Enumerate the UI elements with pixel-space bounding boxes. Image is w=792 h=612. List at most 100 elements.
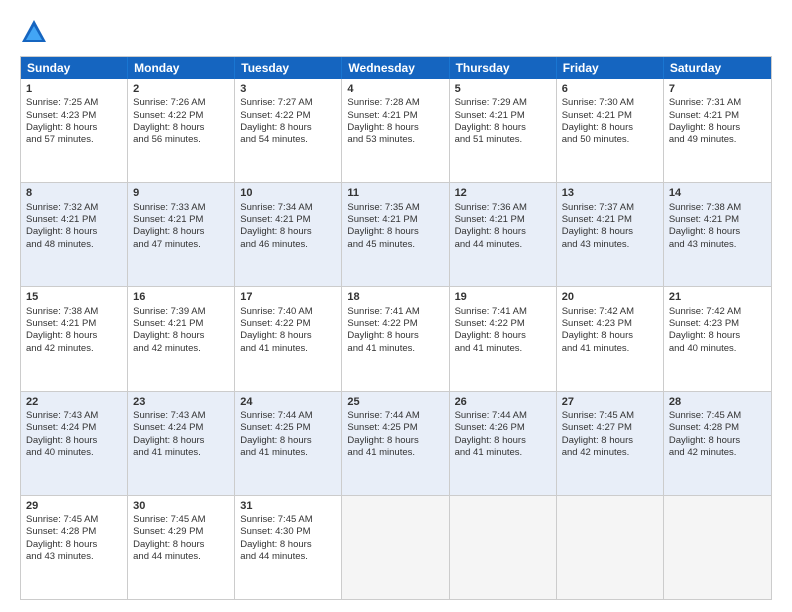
day-info-line: Daylight: 8 hours [562,435,658,447]
day-info-line: and 40 minutes. [669,343,766,355]
day-number: 29 [26,499,122,513]
day-info-line: Sunset: 4:23 PM [26,110,122,122]
day-number: 1 [26,82,122,96]
day-info-line: Sunrise: 7:38 AM [669,202,766,214]
day-info-line: Daylight: 8 hours [26,539,122,551]
day-info-line: Sunset: 4:21 PM [26,214,122,226]
day-info-line: Sunrise: 7:30 AM [562,97,658,109]
day-number: 21 [669,290,766,304]
day-info-line: and 41 minutes. [347,343,443,355]
day-cell-12: 12Sunrise: 7:36 AMSunset: 4:21 PMDayligh… [450,183,557,286]
day-number: 28 [669,395,766,409]
day-cell-17: 17Sunrise: 7:40 AMSunset: 4:22 PMDayligh… [235,287,342,390]
day-cell-18: 18Sunrise: 7:41 AMSunset: 4:22 PMDayligh… [342,287,449,390]
day-info-line: Sunrise: 7:33 AM [133,202,229,214]
day-info-line: Daylight: 8 hours [133,539,229,551]
day-info-line: Sunset: 4:25 PM [347,422,443,434]
page: SundayMondayTuesdayWednesdayThursdayFrid… [0,0,792,612]
day-cell-27: 27Sunrise: 7:45 AMSunset: 4:27 PMDayligh… [557,392,664,495]
day-info-line: Sunrise: 7:32 AM [26,202,122,214]
day-number: 14 [669,186,766,200]
day-info-line: Daylight: 8 hours [669,226,766,238]
day-number: 26 [455,395,551,409]
day-info-line: Sunset: 4:21 PM [133,318,229,330]
day-info-line: Sunrise: 7:39 AM [133,306,229,318]
header-day-tuesday: Tuesday [235,57,342,79]
day-info-line: and 51 minutes. [455,134,551,146]
day-info-line: Daylight: 8 hours [347,122,443,134]
day-info-line: Sunset: 4:21 PM [455,110,551,122]
day-info-line: Daylight: 8 hours [133,330,229,342]
day-number: 27 [562,395,658,409]
day-info-line: and 56 minutes. [133,134,229,146]
day-info-line: and 53 minutes. [347,134,443,146]
calendar-row-4: 22Sunrise: 7:43 AMSunset: 4:24 PMDayligh… [21,391,771,495]
day-info-line: and 41 minutes. [133,447,229,459]
day-cell-3: 3Sunrise: 7:27 AMSunset: 4:22 PMDaylight… [235,79,342,182]
day-info-line: and 49 minutes. [669,134,766,146]
calendar-row-5: 29Sunrise: 7:45 AMSunset: 4:28 PMDayligh… [21,495,771,599]
day-info-line: Daylight: 8 hours [26,226,122,238]
day-number: 2 [133,82,229,96]
day-info-line: Sunset: 4:28 PM [669,422,766,434]
day-number: 8 [26,186,122,200]
day-info-line: Daylight: 8 hours [347,330,443,342]
day-info-line: Daylight: 8 hours [562,330,658,342]
day-cell-28: 28Sunrise: 7:45 AMSunset: 4:28 PMDayligh… [664,392,771,495]
day-info-line: Sunset: 4:21 PM [562,110,658,122]
header-day-sunday: Sunday [21,57,128,79]
day-info-line: and 46 minutes. [240,239,336,251]
header [20,18,772,46]
day-info-line: and 44 minutes. [240,551,336,563]
day-info-line: Daylight: 8 hours [669,330,766,342]
day-info-line: Sunrise: 7:25 AM [26,97,122,109]
day-cell-19: 19Sunrise: 7:41 AMSunset: 4:22 PMDayligh… [450,287,557,390]
day-info-line: Sunset: 4:28 PM [26,526,122,538]
day-number: 19 [455,290,551,304]
day-info-line: Daylight: 8 hours [562,122,658,134]
day-cell-10: 10Sunrise: 7:34 AMSunset: 4:21 PMDayligh… [235,183,342,286]
day-info-line: Sunset: 4:23 PM [562,318,658,330]
day-info-line: and 42 minutes. [26,343,122,355]
day-number: 9 [133,186,229,200]
day-info-line: and 57 minutes. [26,134,122,146]
day-info-line: Sunset: 4:21 PM [347,214,443,226]
day-info-line: Sunset: 4:25 PM [240,422,336,434]
day-cell-9: 9Sunrise: 7:33 AMSunset: 4:21 PMDaylight… [128,183,235,286]
day-cell-4: 4Sunrise: 7:28 AMSunset: 4:21 PMDaylight… [342,79,449,182]
day-info-line: and 41 minutes. [240,447,336,459]
header-day-friday: Friday [557,57,664,79]
day-cell-26: 26Sunrise: 7:44 AMSunset: 4:26 PMDayligh… [450,392,557,495]
day-info-line: Sunset: 4:22 PM [240,110,336,122]
day-info-line: Sunrise: 7:45 AM [562,410,658,422]
day-info-line: Daylight: 8 hours [240,435,336,447]
day-number: 10 [240,186,336,200]
day-cell-24: 24Sunrise: 7:44 AMSunset: 4:25 PMDayligh… [235,392,342,495]
day-info-line: Sunrise: 7:40 AM [240,306,336,318]
day-info-line: Daylight: 8 hours [26,435,122,447]
day-info-line: and 42 minutes. [562,447,658,459]
day-info-line: Sunrise: 7:35 AM [347,202,443,214]
day-info-line: and 43 minutes. [562,239,658,251]
calendar-row-1: 1Sunrise: 7:25 AMSunset: 4:23 PM Daylight… [21,79,771,182]
empty-cell [557,496,664,599]
day-info-line: Sunrise: 7:41 AM [455,306,551,318]
day-info-line: Sunset: 4:26 PM [455,422,551,434]
day-info-line: Sunset: 4:23 PM [669,318,766,330]
logo [20,18,52,46]
day-cell-20: 20Sunrise: 7:42 AMSunset: 4:23 PMDayligh… [557,287,664,390]
calendar: SundayMondayTuesdayWednesdayThursdayFrid… [20,56,772,600]
day-info-line: Daylight: 8 hours [669,435,766,447]
calendar-body: 1Sunrise: 7:25 AMSunset: 4:23 PMDaylight… [21,79,771,599]
day-info-line: and 45 minutes. [347,239,443,251]
day-info-line: and 43 minutes. [669,239,766,251]
day-info-line: Daylight: 8 hours [133,435,229,447]
day-number: 31 [240,499,336,513]
day-info-line: Sunrise: 7:38 AM [26,306,122,318]
day-info-line: Sunset: 4:21 PM [133,214,229,226]
day-number: 18 [347,290,443,304]
day-info-line: Sunset: 4:29 PM [133,526,229,538]
day-info-line: Sunset: 4:21 PM [455,214,551,226]
empty-cell [664,496,771,599]
day-number: 3 [240,82,336,96]
